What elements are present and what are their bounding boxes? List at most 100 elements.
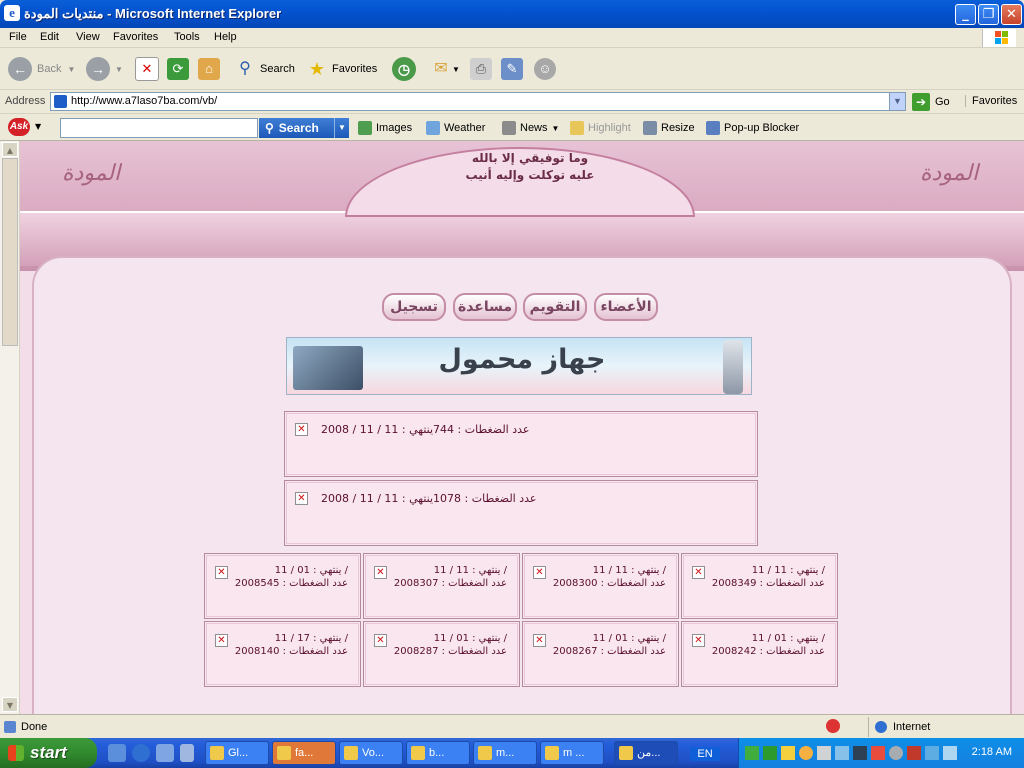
site-logo-left[interactable]: المودة — [62, 161, 120, 186]
ask-dropdown-icon[interactable]: ▼ — [35, 122, 41, 131]
broken-image-icon[interactable]: ✕ — [374, 634, 387, 647]
site-logo-right[interactable]: المودة — [920, 161, 978, 186]
broken-image-icon[interactable]: ✕ — [295, 423, 308, 436]
broken-image-icon[interactable]: ✕ — [533, 566, 546, 579]
laptop-ad-banner[interactable]: جهاز محمول — [286, 337, 752, 395]
task-button[interactable]: Vo... — [339, 741, 403, 765]
tray-icon[interactable] — [781, 746, 795, 760]
tray-icon[interactable] — [889, 746, 903, 760]
nav-register-button[interactable]: تسجيل — [382, 293, 446, 321]
refresh-button[interactable]: ⟳ — [167, 54, 189, 84]
tray-icon[interactable] — [763, 746, 777, 760]
broken-image-icon[interactable]: ✕ — [295, 492, 308, 505]
close-button[interactable]: ✕ — [1001, 4, 1022, 25]
address-dropdown-icon[interactable]: ▼ — [889, 93, 905, 110]
forward-button[interactable]: → ▼ — [86, 54, 123, 84]
menu-view[interactable]: View — [76, 31, 100, 43]
back-button[interactable]: ← Back ▼ — [8, 54, 75, 84]
ask-search-input[interactable] — [60, 118, 258, 138]
ask-weather[interactable]: Weather — [426, 121, 485, 135]
links-favorites[interactable]: Favorites — [965, 95, 1017, 107]
broken-image-icon[interactable]: ✕ — [692, 566, 705, 579]
ad-box-small: ✕ ينتهي : 01 / 11 / عدد الضغطات : 2008267 — [522, 621, 679, 687]
mail-dropdown-icon[interactable]: ▼ — [452, 65, 460, 74]
tray-icon[interactable] — [853, 746, 867, 760]
menu-file[interactable]: File — [9, 31, 27, 43]
ask-highlight[interactable]: Highlight — [570, 121, 631, 135]
broken-image-icon[interactable]: ✕ — [374, 566, 387, 579]
edit-button[interactable]: ✎ — [501, 54, 523, 84]
address-input[interactable]: http://www.a7laso7ba.com/vb/ ▼ — [50, 92, 906, 111]
task-app-icon — [210, 746, 224, 760]
go-button[interactable]: ➔ Go — [912, 92, 950, 112]
speaker-icon[interactable] — [907, 746, 921, 760]
search-button[interactable]: ⚲ Search — [234, 54, 295, 84]
ask-resize[interactable]: Resize — [643, 121, 695, 135]
tray-icon[interactable] — [925, 746, 939, 760]
ad-expiry: ينتهي : 01 / 11 / — [274, 565, 348, 576]
nav-members-button[interactable]: الأعضاء — [594, 293, 658, 321]
nav-calendar-button[interactable]: التقويم — [523, 293, 587, 321]
taskbar: start Gl... fa... Vo... b... m... m ... … — [0, 738, 1024, 768]
menu-favorites[interactable]: Favorites — [113, 31, 158, 43]
menu-edit[interactable]: Edit — [40, 31, 59, 43]
scroll-thumb[interactable] — [2, 158, 18, 346]
ask-logo[interactable]: Ask — [8, 118, 30, 136]
task-button[interactable]: fa... — [272, 741, 336, 765]
menu-help[interactable]: Help — [214, 31, 237, 43]
highlight-label: Highlight — [588, 122, 631, 134]
stop-button[interactable]: ✕ — [135, 54, 159, 84]
language-indicator[interactable]: EN — [690, 747, 720, 761]
scroll-up-icon[interactable]: ▲ — [2, 142, 18, 157]
quicklaunch-more-icon[interactable] — [180, 744, 194, 762]
quicklaunch-app-icon[interactable] — [156, 744, 174, 762]
menu-tools[interactable]: Tools — [174, 31, 200, 43]
task-button[interactable]: m ... — [540, 741, 604, 765]
broken-image-icon[interactable]: ✕ — [215, 566, 228, 579]
broken-image-icon[interactable]: ✕ — [692, 634, 705, 647]
quicklaunch-ie-icon[interactable] — [132, 744, 150, 762]
task-app-icon — [545, 746, 559, 760]
task-button[interactable]: m... — [473, 741, 537, 765]
scroll-down-icon[interactable]: ▼ — [2, 697, 18, 712]
broken-image-icon[interactable]: ✕ — [215, 634, 228, 647]
quicklaunch-desktop-icon[interactable] — [108, 744, 126, 762]
start-button[interactable]: start — [0, 738, 97, 768]
tray-icon[interactable] — [835, 746, 849, 760]
task-button-active[interactable]: من... — [614, 741, 678, 765]
tray-icon[interactable] — [817, 746, 831, 760]
home-button[interactable]: ⌂ — [198, 54, 220, 84]
nav-help-button[interactable]: مساعدة — [453, 293, 517, 321]
motto-line-1: وما توفيقي إلا بالله — [471, 151, 589, 165]
ask-search-dropdown-icon[interactable]: ▼ — [334, 118, 349, 138]
privacy-icon[interactable] — [826, 719, 840, 733]
ask-images[interactable]: Images — [358, 121, 412, 135]
ad-clicks: عدد الضغطات : 2008140 — [234, 646, 348, 657]
windows-flag-icon — [8, 745, 24, 761]
news-dropdown-icon[interactable]: ▼ — [552, 124, 560, 133]
maximize-button[interactable]: ❐ — [978, 4, 999, 25]
page-viewport: ▲ ▼ المودة المودة وما توفيقي إلا بالله ع… — [0, 141, 1024, 714]
tray-icon[interactable] — [943, 746, 957, 760]
messenger-button[interactable]: ☺ — [534, 54, 556, 84]
ask-search-button[interactable]: ⚲ Search ▼ — [259, 118, 349, 138]
back-dropdown-icon[interactable]: ▼ — [67, 65, 75, 74]
task-button[interactable]: Gl... — [205, 741, 269, 765]
task-button[interactable]: b... — [406, 741, 470, 765]
minimize-button[interactable]: _ — [955, 4, 976, 25]
forward-dropdown-icon[interactable]: ▼ — [115, 65, 123, 74]
weather-icon — [426, 121, 440, 135]
history-button[interactable]: ◷ — [392, 54, 421, 84]
clock[interactable]: 2:18 AM — [972, 746, 1012, 758]
tray-icon[interactable] — [745, 746, 759, 760]
weather-label: Weather — [444, 122, 486, 134]
vertical-scrollbar[interactable]: ▲ ▼ — [0, 141, 20, 714]
broken-image-icon[interactable]: ✕ — [533, 634, 546, 647]
tray-icon[interactable] — [799, 746, 813, 760]
tray-icon[interactable] — [871, 746, 885, 760]
ask-news[interactable]: News ▼ — [502, 121, 559, 135]
mail-button[interactable]: ✉ ▼ — [430, 54, 460, 84]
favorites-button[interactable]: ★ Favorites — [306, 54, 377, 84]
print-button[interactable]: ⎙ — [470, 54, 492, 84]
ask-popup-blocker[interactable]: Pop-up Blocker — [706, 121, 799, 135]
